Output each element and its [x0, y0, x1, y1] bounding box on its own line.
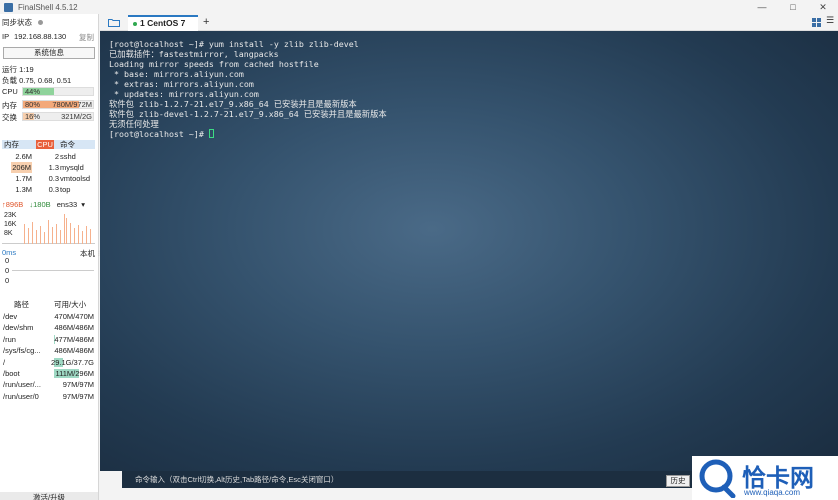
fs-size: 477M/486M: [54, 334, 94, 344]
copy-ip-button[interactable]: 复制: [79, 32, 94, 43]
fs-table-header: 路径 可用/大小: [14, 300, 87, 309]
proc-header-cpu[interactable]: CPU: [36, 140, 54, 149]
fs-size: 97M/97M: [62, 380, 94, 390]
maximize-icon[interactable]: □: [778, 0, 808, 14]
fs-row[interactable]: /boot 111M/296M: [2, 368, 95, 379]
cpu-value: 44%: [25, 87, 41, 96]
swap-label: 交换: [2, 113, 17, 122]
fs-path: /run/user/...: [3, 380, 41, 390]
fs-path: /boot: [3, 369, 20, 378]
net-down: ↓180B: [29, 200, 51, 209]
terminal-line: Loading mirror speeds from cached hostfi…: [109, 59, 319, 69]
fs-row[interactable]: /run/user/... 97M/97M: [2, 379, 95, 390]
terminal-prompt: [root@localhost ~]#: [109, 129, 214, 139]
terminal-line: 已加载插件：fastestmirror, langpacks: [109, 49, 279, 59]
watermark-logo: 恰卡网 www.qiaqa.com: [692, 456, 838, 500]
load-average: 负载 0.75, 0.68, 0.51: [2, 76, 72, 85]
fs-path: /run/user/0: [3, 391, 39, 401]
fs-row[interactable]: /run 477M/486M: [2, 334, 95, 345]
fs-size: 29.1G/37.7G: [51, 357, 94, 367]
close-icon[interactable]: ✕: [808, 0, 838, 14]
fs-size: 111M/296M: [55, 369, 95, 378]
connected-icon: [133, 21, 137, 26]
ip-value: 192.168.88.130: [14, 32, 67, 41]
ping-chart-line: [12, 270, 94, 271]
terminal-line: 软件包 zlib-devel-1.2.7-21.el7_9.x86_64 已安装…: [109, 109, 387, 119]
command-input[interactable]: 命令输入（双击Ctrl切换,Alt历史,Tab路径/命令,Esc关闭窗口）: [122, 471, 692, 488]
proc-header-cmd[interactable]: 命令: [60, 140, 75, 149]
proc-header-mem[interactable]: 内存: [4, 140, 19, 149]
sync-status-icon: [38, 20, 44, 25]
tab-centos[interactable]: 1 CentOS 7: [128, 15, 198, 31]
sidebar: 同步状态 IP 192.168.88.130 复制 系统信息 运行 1:19 负…: [0, 14, 99, 500]
net-chart-bars: [24, 214, 91, 244]
history-button[interactable]: 历史: [666, 475, 690, 487]
title-bar: FinalShell 4.5.12 — □ ✕: [0, 0, 838, 14]
process-table-header: 内存 CPU 命令: [2, 140, 95, 149]
process-row[interactable]: 2.6M 2 sshd: [2, 151, 95, 162]
net-row: ↑896B ↓180B ens33 ▾: [2, 200, 85, 209]
chevron-down-icon[interactable]: ▾: [81, 200, 85, 209]
terminal-line: 无须任何处理: [109, 119, 159, 129]
mem-bar: 80% 780M/972M: [22, 100, 94, 109]
fs-row[interactable]: /sys/fs/cg... 486M/486M: [2, 345, 95, 356]
sysinfo-button[interactable]: 系统信息: [3, 47, 95, 59]
process-row[interactable]: 206M 1.3 mysqld: [2, 162, 95, 173]
upgrade-button[interactable]: 激活/升级: [0, 492, 98, 500]
grid-layout-icon[interactable]: [812, 18, 821, 27]
fs-path: /sys/fs/cg...: [3, 346, 41, 356]
app-icon: [4, 2, 13, 12]
fs-path: /run: [3, 334, 16, 344]
tab-bar: 1 CentOS 7 + ☰: [100, 14, 838, 31]
mem-percent: 80%: [25, 100, 41, 109]
fs-size: 486M/486M: [54, 323, 94, 333]
fs-row[interactable]: /run/user/0 97M/97M: [2, 391, 95, 402]
window-title: FinalShell 4.5.12: [18, 2, 78, 12]
mem-label: 内存: [2, 101, 17, 110]
fs-size: 486M/486M: [54, 346, 94, 356]
cpu-bar: 44%: [22, 87, 94, 96]
terminal[interactable]: [root@localhost ~]# yum install -y zlib …: [100, 31, 838, 471]
fs-path: /dev/shm: [3, 323, 34, 333]
fs-size: 470M/470M: [54, 312, 94, 321]
fs-row[interactable]: /dev 470M/470M: [2, 311, 95, 322]
splitter-handle[interactable]: ⋮: [96, 250, 102, 260]
menu-icon[interactable]: ☰: [826, 15, 834, 26]
swap-bar: 16% 321M/2G: [22, 112, 94, 121]
sync-status: 同步状态: [2, 17, 44, 28]
ping-local: 本机: [80, 249, 95, 258]
uptime: 运行 1:19: [2, 65, 34, 74]
fs-row[interactable]: /dev/shm 486M/486M: [2, 322, 95, 333]
add-tab-button[interactable]: +: [203, 14, 209, 30]
fs-size: 97M/97M: [62, 391, 94, 401]
net-chart: 23K 16K 8K: [2, 212, 95, 244]
fs-path: /dev: [3, 312, 18, 321]
minimize-icon[interactable]: —: [747, 0, 777, 14]
watermark-url: www.qiaqa.com: [744, 488, 801, 497]
swap-percent: 16%: [25, 112, 41, 121]
net-up: ↑896B: [2, 200, 24, 209]
swap-value: 321M/2G: [61, 112, 92, 121]
net-iface-select[interactable]: ens33: [57, 200, 77, 209]
terminal-line: * extras: mirrors.aliyun.com: [109, 79, 254, 89]
cpu-label: CPU: [2, 87, 18, 96]
terminal-line: 软件包 zlib-1.2.7-21.el7_9.x86_64 已安装并且是最新版…: [109, 99, 357, 109]
watermark-search-icon: [699, 459, 736, 498]
ip-row: IP 192.168.88.130: [2, 32, 67, 41]
mem-value: 780M/972M: [52, 100, 92, 109]
fs-row[interactable]: / 29.1G/37.7G: [2, 357, 95, 368]
folder-icon[interactable]: [108, 18, 120, 27]
process-row[interactable]: 1.7M 0.3 vmtoolsd: [2, 173, 95, 184]
terminal-line: [root@localhost ~]# yum install -y zlib …: [109, 39, 359, 49]
terminal-cursor: [208, 129, 214, 138]
fs-path: /: [3, 357, 6, 367]
terminal-line: * updates: mirrors.aliyun.com: [109, 89, 259, 99]
terminal-line: * base: mirrors.aliyun.com: [109, 69, 244, 79]
process-row[interactable]: 1.3M 0.3 top: [2, 184, 95, 195]
